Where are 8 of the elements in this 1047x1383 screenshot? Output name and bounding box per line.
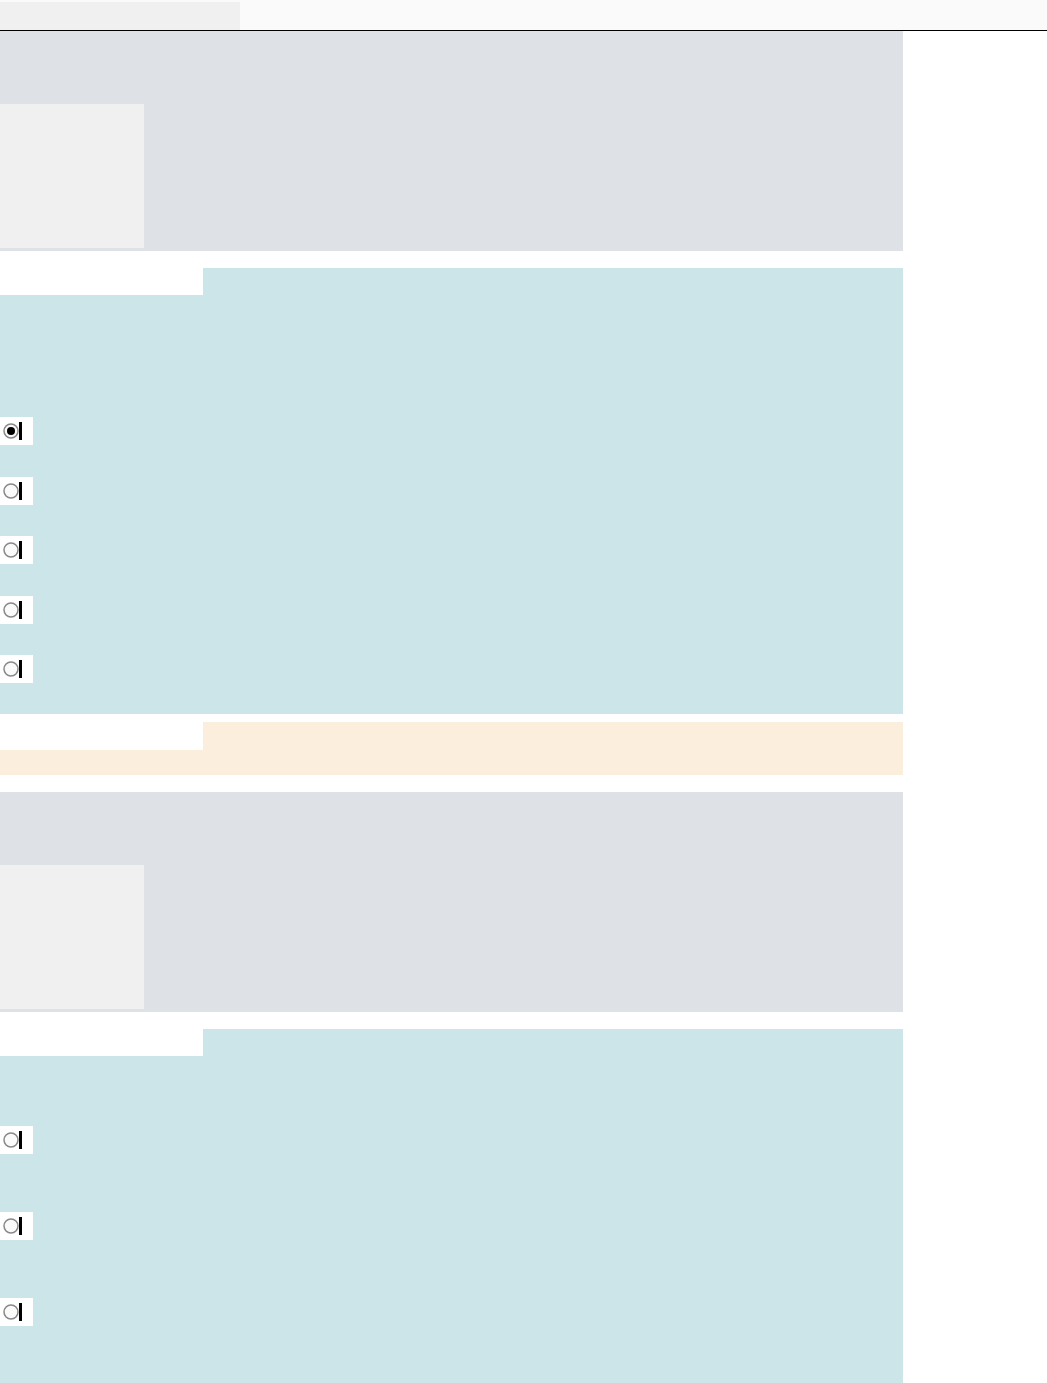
radio-button[interactable]: [2, 659, 22, 679]
radio-button[interactable]: [2, 540, 22, 560]
radio-button[interactable]: [2, 1216, 22, 1236]
radio-button[interactable]: [2, 1302, 22, 1322]
radio-button[interactable]: [2, 480, 22, 501]
radio-button[interactable]: [2, 599, 22, 620]
radio-button[interactable]: [2, 421, 22, 441]
radio-button[interactable]: [2, 1130, 22, 1150]
